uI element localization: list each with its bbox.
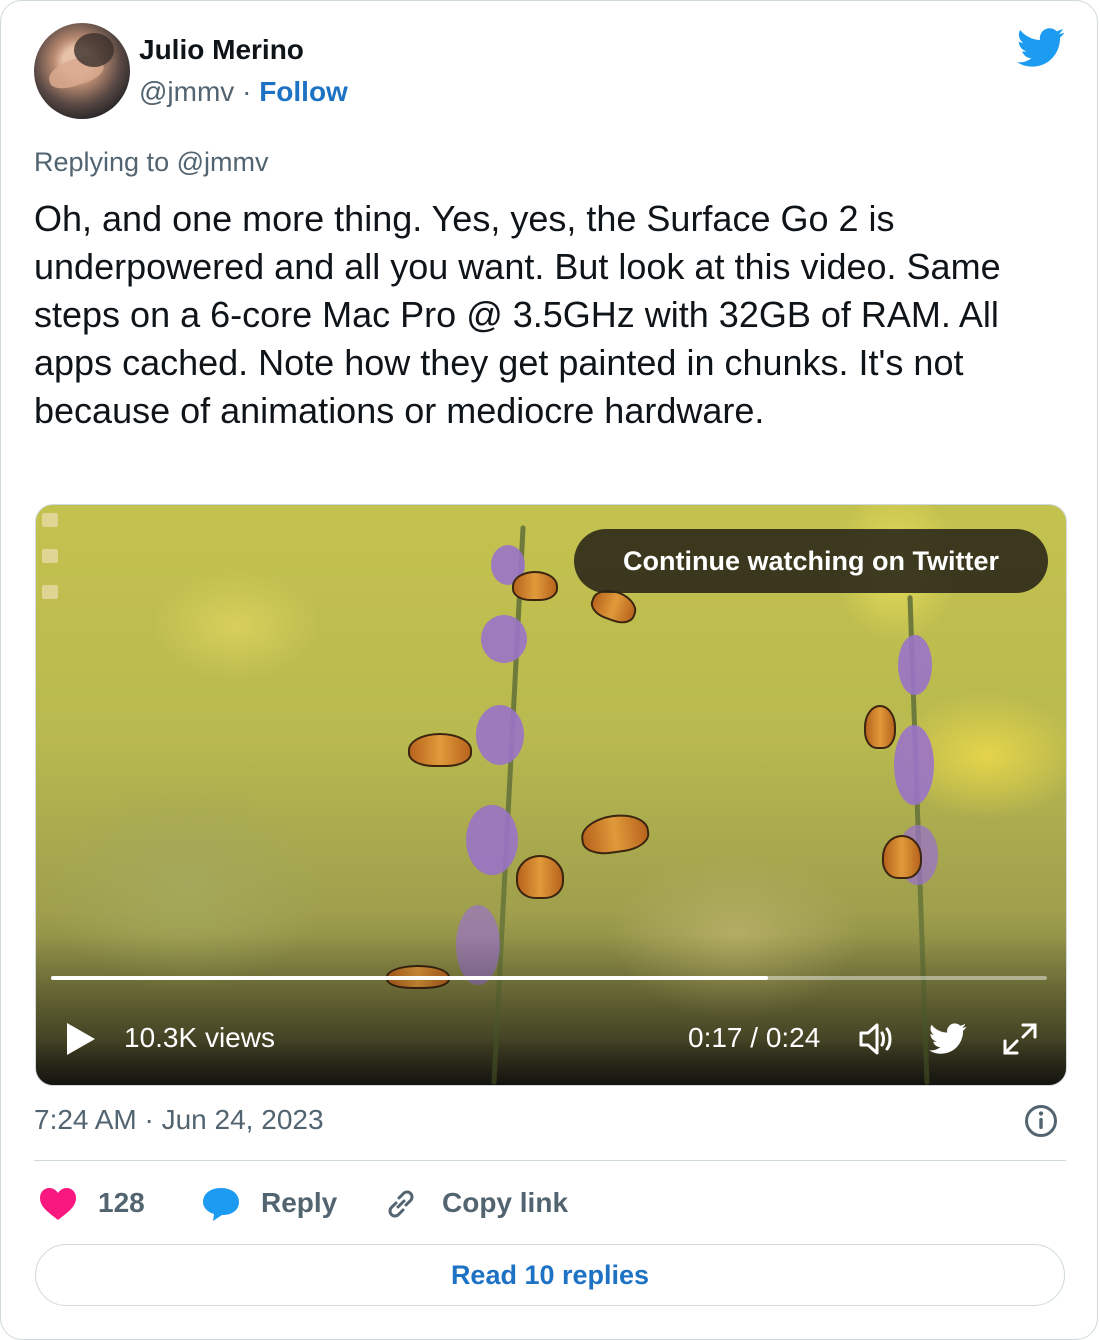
twitter-bird-icon[interactable] bbox=[1017, 28, 1065, 68]
butterfly bbox=[882, 835, 922, 879]
play-icon[interactable] bbox=[65, 1022, 97, 1056]
butterfly bbox=[408, 733, 472, 767]
author-handle[interactable]: @jmmv bbox=[139, 76, 234, 107]
flower-bloom bbox=[466, 805, 518, 875]
flower-bloom bbox=[894, 725, 934, 805]
tweet-text: Oh, and one more thing. Yes, yes, the Su… bbox=[34, 198, 1001, 431]
butterfly bbox=[864, 705, 896, 749]
flower-bloom bbox=[481, 615, 527, 663]
divider bbox=[34, 1160, 1066, 1161]
like-count[interactable]: 128 bbox=[98, 1187, 145, 1219]
replying-to[interactable]: Replying to @jmmv bbox=[34, 147, 268, 178]
butterfly bbox=[516, 855, 564, 899]
tweet-timestamp[interactable]: 7:24 AM · Jun 24, 2023 bbox=[34, 1104, 324, 1136]
continue-watching-button[interactable]: Continue watching on Twitter bbox=[574, 529, 1048, 593]
flower-bloom bbox=[898, 635, 932, 695]
author-name[interactable]: Julio Merino bbox=[139, 34, 304, 66]
link-icon[interactable] bbox=[384, 1187, 418, 1221]
butterfly bbox=[578, 810, 652, 858]
heart-icon[interactable] bbox=[39, 1187, 77, 1221]
video-controls-shade bbox=[36, 935, 1066, 1085]
follow-button[interactable]: Follow bbox=[259, 76, 348, 107]
fullscreen-icon[interactable] bbox=[1001, 1021, 1039, 1057]
video-progress-bar[interactable] bbox=[51, 976, 1047, 980]
video-time: 0:17 / 0:24 bbox=[688, 1022, 821, 1053]
butterfly bbox=[512, 571, 558, 601]
volume-icon[interactable] bbox=[857, 1021, 895, 1057]
read-replies-button[interactable]: Read 10 replies bbox=[35, 1244, 1065, 1306]
desktop-icons bbox=[42, 513, 60, 621]
video-progress-fill bbox=[51, 976, 769, 980]
video-views: 10.3K views bbox=[124, 1022, 275, 1053]
copy-link-button[interactable]: Copy link bbox=[442, 1187, 568, 1219]
twitter-bird-icon[interactable] bbox=[929, 1023, 967, 1055]
tweet-card: Julio Merino @jmmv · Follow Replying to … bbox=[0, 0, 1098, 1340]
flower-bloom bbox=[476, 705, 524, 765]
reply-button[interactable]: Reply bbox=[261, 1187, 337, 1219]
handle-separator: · bbox=[242, 76, 252, 107]
info-icon[interactable] bbox=[1024, 1104, 1058, 1138]
reply-icon[interactable] bbox=[201, 1185, 241, 1223]
avatar[interactable] bbox=[34, 23, 130, 119]
author-handle-row: @jmmv · Follow bbox=[139, 76, 348, 108]
